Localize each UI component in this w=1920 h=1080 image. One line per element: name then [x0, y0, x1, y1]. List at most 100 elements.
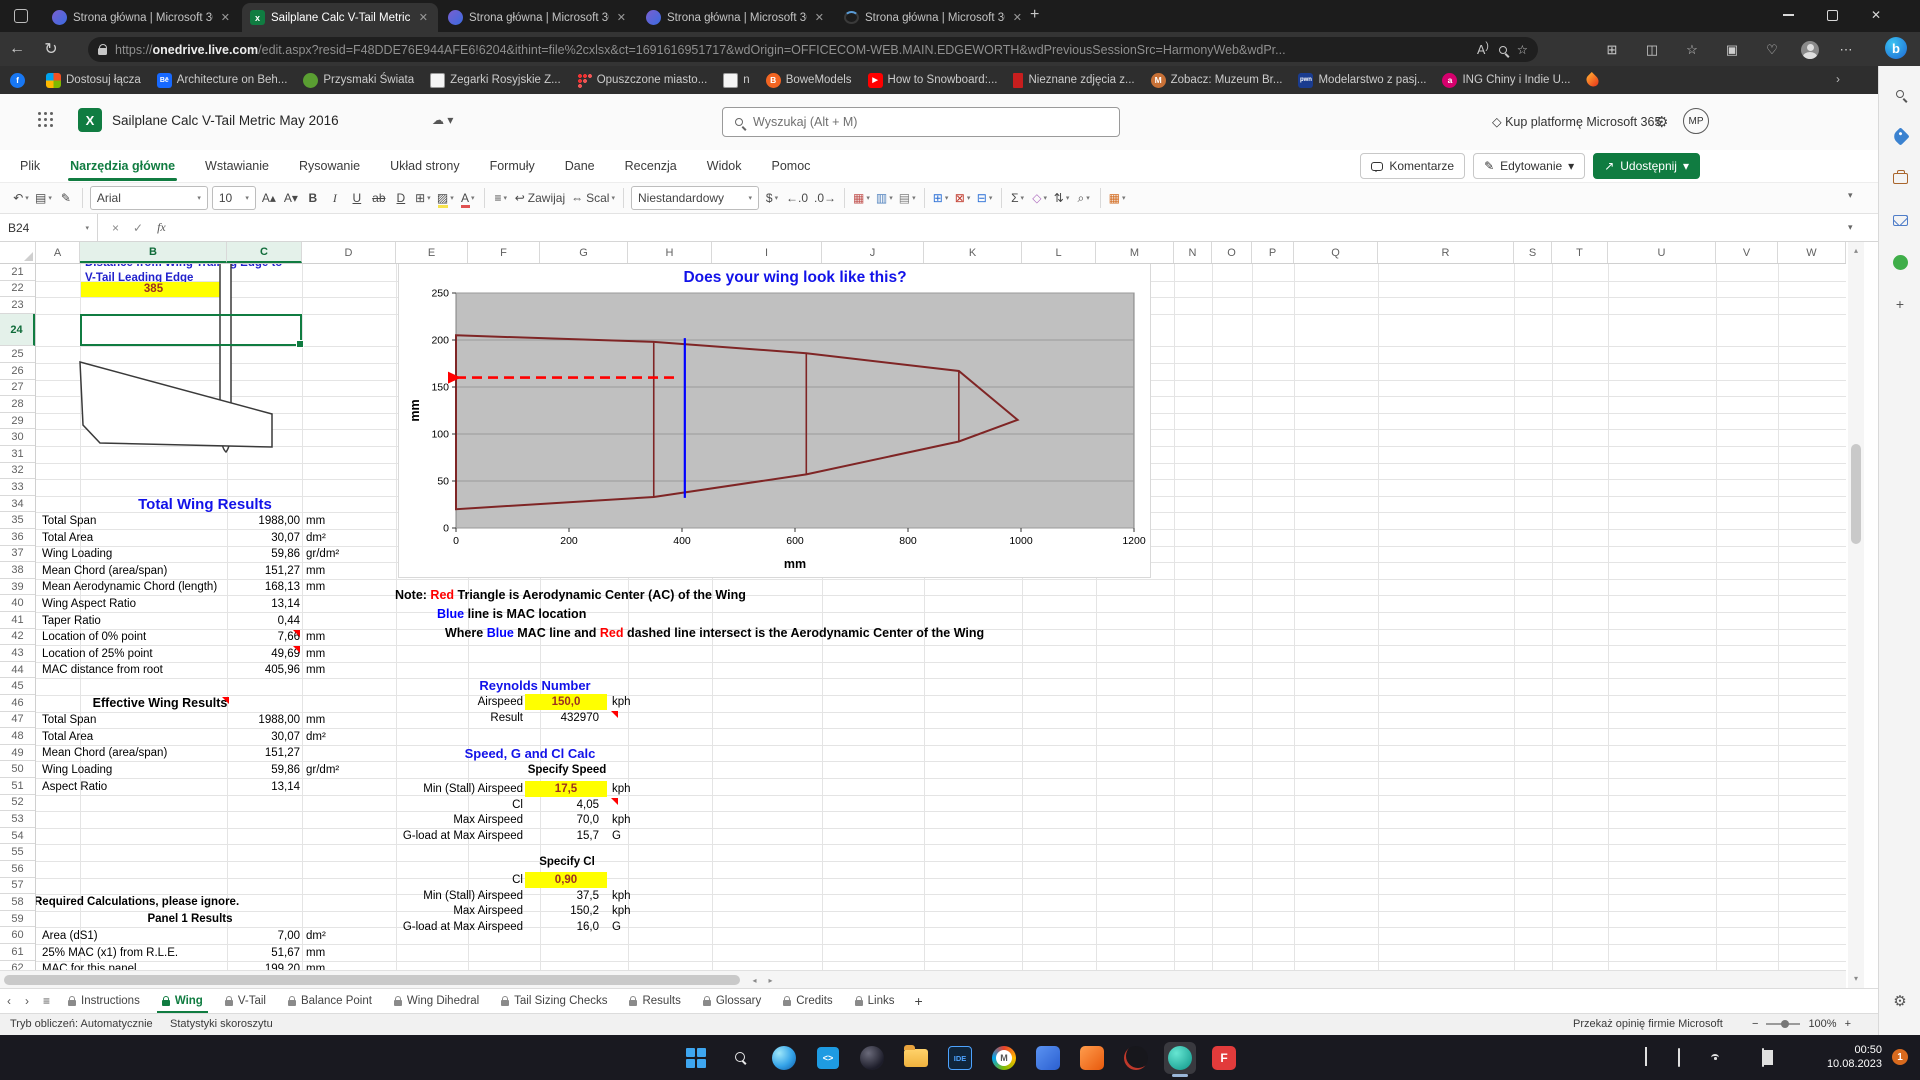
data-types-button[interactable]: ▦▾ — [1106, 186, 1129, 210]
borders-button[interactable]: ⊞▾ — [412, 186, 434, 210]
sort-filter-button[interactable]: ⇅▾ — [1051, 186, 1073, 210]
wrap-text-button[interactable]: ↩Zawijaj — [512, 186, 568, 210]
font-size-select[interactable]: 10▾ — [212, 186, 256, 210]
confirm-entry-icon[interactable]: ✓ — [133, 221, 143, 235]
row-header-42[interactable]: 42 — [0, 629, 35, 646]
feedback-link[interactable]: Przekaż opinię firmie Microsoft — [1573, 1018, 1723, 1030]
spreadsheet-grid[interactable]: Distance from Wing Trailing Edge toV-Tai… — [36, 264, 1846, 970]
bookmark-item-3[interactable]: BēArchitecture on Beh... — [157, 73, 288, 88]
tab-actions-icon[interactable] — [14, 9, 28, 23]
taskbar-ide-app[interactable]: IDE — [944, 1042, 976, 1074]
taskbar-active-teal-app[interactable] — [1164, 1042, 1196, 1074]
menu-tab-narz-dzia-g-wne[interactable]: Narzędzia główne — [68, 153, 177, 179]
row-header-23[interactable]: 23 — [0, 297, 35, 314]
row-header-50[interactable]: 50 — [0, 761, 35, 778]
taskbar-clock[interactable]: 00:50 10.08.2023 — [1827, 1043, 1882, 1071]
bookmark-item-5[interactable]: Zegarki Rosyjskie Z... — [430, 73, 561, 88]
column-header-U[interactable]: U — [1608, 242, 1716, 263]
add-sheet-button[interactable]: + — [906, 993, 932, 1009]
conditional-formatting-button[interactable]: ▦▾ — [850, 186, 873, 210]
row-header-61[interactable]: 61 — [0, 944, 35, 961]
zoom-level[interactable]: 100% — [1808, 1018, 1836, 1030]
column-header-L[interactable]: L — [1022, 242, 1096, 263]
scroll-right-icon[interactable]: ▸ — [764, 974, 777, 987]
vertical-scrollbar[interactable]: ▴ ▾ — [1848, 242, 1864, 988]
sheet-tab-glossary[interactable]: Glossary — [692, 989, 772, 1013]
row-header-47[interactable]: 47 — [0, 712, 35, 729]
taskbar-orange-tile-app[interactable] — [1076, 1042, 1108, 1074]
italic-button[interactable]: I — [324, 186, 346, 210]
clear-button[interactable]: ◇▾ — [1029, 186, 1051, 210]
column-header-P[interactable]: P — [1252, 242, 1294, 263]
strikethrough-button[interactable]: ab — [368, 186, 390, 210]
row-header-58[interactable]: 58 — [0, 894, 35, 911]
row-header-33[interactable]: 33 — [0, 479, 35, 496]
taskbar-vscode-app[interactable]: <> — [812, 1042, 844, 1074]
comments-button[interactable]: Komentarze — [1360, 153, 1465, 179]
zoom-slider[interactable] — [1766, 1023, 1800, 1025]
column-header-D[interactable]: D — [302, 242, 396, 263]
taskbar-edge-app[interactable] — [768, 1042, 800, 1074]
sidebar-green-app-icon[interactable] — [1890, 252, 1910, 272]
increase-font-button[interactable]: A▴ — [258, 186, 280, 210]
taskbar-start-button[interactable] — [680, 1042, 712, 1074]
row-header-31[interactable]: 31 — [0, 446, 35, 463]
column-header-V[interactable]: V — [1716, 242, 1778, 263]
bing-copilot-icon[interactable]: b — [1884, 36, 1908, 60]
menu-tab-widok[interactable]: Widok — [705, 153, 744, 179]
tab-close-icon[interactable]: ✕ — [1011, 11, 1024, 24]
row-header-21[interactable]: 21 — [0, 264, 35, 281]
sheet-tab-wing-dihedral[interactable]: Wing Dihedral — [383, 989, 490, 1013]
menu-tab-wstawianie[interactable]: Wstawianie — [203, 153, 271, 179]
tray-hidden-icons-chevron[interactable] — [1645, 1049, 1647, 1067]
bookmark-item-7[interactable]: n — [723, 73, 749, 88]
row-header-54[interactable]: 54 — [0, 828, 35, 845]
scroll-down-icon[interactable]: ▾ — [1850, 974, 1862, 983]
column-header-O[interactable]: O — [1212, 242, 1252, 263]
zoom-page-icon[interactable] — [1499, 43, 1507, 57]
favorites-bar-icon[interactable]: ☆ — [1680, 38, 1704, 62]
calc-mode-label[interactable]: Tryb obliczeń: Automatycznie — [10, 1018, 153, 1030]
selected-cell-b24[interactable] — [80, 314, 302, 347]
row-header-59[interactable]: 59 — [0, 911, 35, 928]
taskbar-f-red-app[interactable]: F — [1208, 1042, 1240, 1074]
notification-count-badge[interactable]: 1 — [1892, 1049, 1908, 1065]
back-icon[interactable]: ← — [0, 40, 34, 58]
sheet-tab-tail-sizing-checks[interactable]: Tail Sizing Checks — [490, 989, 618, 1013]
formula-input[interactable] — [178, 214, 1798, 241]
taskbar-file-explorer-app[interactable] — [900, 1042, 932, 1074]
column-header-C[interactable]: C — [227, 242, 302, 263]
row-header-38[interactable]: 38 — [0, 562, 35, 579]
menu-tab-pomoc[interactable]: Pomoc — [770, 153, 813, 179]
address-bar[interactable]: https://onedrive.live.com/edit.aspx?resi… — [88, 37, 1538, 62]
decrease-decimal-button[interactable]: ←.0 — [783, 186, 811, 210]
bookmark-item-9[interactable]: ▶How to Snowboard:... — [868, 73, 998, 88]
delete-cells-button[interactable]: ⊠▾ — [952, 186, 974, 210]
find-button[interactable]: ⌕▾ — [1073, 186, 1095, 210]
column-header-R[interactable]: R — [1378, 242, 1514, 263]
sidebar-add-icon[interactable]: + — [1890, 294, 1910, 314]
cell-styles-button[interactable]: ▤▾ — [896, 186, 919, 210]
tab-close-icon[interactable]: ✕ — [417, 11, 430, 24]
settings-gear-icon[interactable]: ⚙ — [1655, 113, 1668, 131]
taskbar-m-ring-app[interactable]: M — [988, 1042, 1020, 1074]
window-minimize-button[interactable] — [1766, 0, 1810, 30]
account-avatar[interactable]: MP — [1683, 108, 1709, 134]
scroll-up-icon[interactable]: ▴ — [1850, 246, 1862, 255]
insert-cells-button[interactable]: ⊞▾ — [930, 186, 952, 210]
paste-button[interactable]: ▤▾ — [32, 186, 55, 210]
zoom-in-icon[interactable]: + — [1845, 1018, 1851, 1030]
sidebar-shopping-tag-icon[interactable] — [1890, 126, 1910, 146]
name-box[interactable]: B24▾ — [0, 214, 98, 241]
favorite-star-icon[interactable]: ☆ — [1517, 42, 1528, 57]
bookmark-item-11[interactable]: MZobacz: Muzeum Br... — [1151, 73, 1283, 88]
row-header-60[interactable]: 60 — [0, 927, 35, 944]
browser-tab-2[interactable]: xSailplane Calc V-Tail Metric May✕ — [242, 3, 438, 32]
row-header-34[interactable]: 34 — [0, 496, 35, 513]
row-header-32[interactable]: 32 — [0, 463, 35, 480]
row-header-57[interactable]: 57 — [0, 878, 35, 895]
taskbar-blue-tile-app[interactable] — [1032, 1042, 1064, 1074]
row-header-37[interactable]: 37 — [0, 546, 35, 563]
input-cell-b22[interactable]: 385 — [81, 282, 226, 298]
sheet-tab-instructions[interactable]: Instructions — [57, 989, 151, 1013]
